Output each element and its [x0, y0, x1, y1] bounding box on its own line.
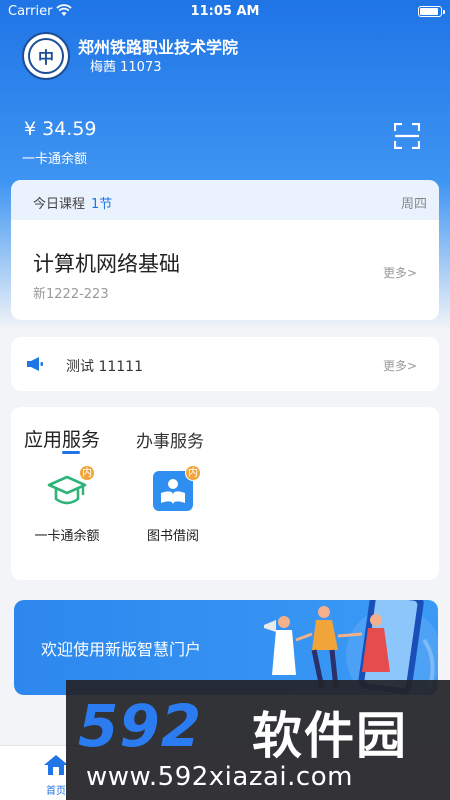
today-course-label: 今日课程 1节 [33, 193, 112, 212]
banner-text: 欢迎使用新版智慧门户 [41, 640, 202, 659]
battery-icon [418, 6, 445, 17]
school-logo: 中 [22, 32, 70, 80]
site-watermark: 592 软件园 www.592xiazai.com [66, 680, 450, 800]
service-label: 一卡通余额 [34, 529, 100, 544]
internal-badge: 内 [79, 465, 95, 481]
logo-glyph: 中 [28, 38, 64, 74]
scan-icon[interactable] [394, 123, 420, 149]
user-info: 梅茜 11073 [90, 60, 162, 75]
service-icon-container: 内 [45, 465, 95, 513]
battery-fill [420, 8, 439, 15]
services-card: 应用服务 办事服务 内 一卡通余额 内 图书借阅 [11, 407, 439, 580]
service-library[interactable]: 内 图书借阅 [123, 465, 223, 559]
status-bar: Carrier 11:05 AM [0, 0, 450, 24]
course-room: 新1222-223 [33, 287, 109, 302]
course-card-header: 今日课程 1节 周四 [11, 180, 439, 220]
notice-card[interactable]: 测试 11111 更多> [11, 337, 439, 391]
school-name: 郑州铁路职业技术学院 [78, 38, 239, 57]
notice-text: 测试 11111 [66, 359, 143, 375]
course-count: 1节 [91, 197, 113, 212]
notice-more-link[interactable]: 更多> [383, 357, 417, 374]
course-more-link[interactable]: 更多> [383, 264, 417, 281]
today-course-card[interactable]: 今日课程 1节 周四 计算机网络基础 新1222-223 更多> [11, 180, 439, 320]
clock: 11:05 AM [190, 4, 260, 19]
megaphone-icon [27, 357, 43, 371]
watermark-logo-digits: 592 [78, 692, 203, 760]
card-balance[interactable]: ¥ 34.59 [24, 118, 97, 140]
active-tab-indicator [62, 451, 80, 454]
watermark-url: www.592xiazai.com [86, 762, 353, 792]
tab-office-services[interactable]: 办事服务 [136, 427, 204, 452]
service-icon-container: 内 [151, 465, 201, 513]
internal-badge: 内 [185, 465, 201, 481]
watermark-logo-text: 软件园 [252, 707, 408, 765]
tab-app-services[interactable]: 应用服务 [24, 425, 100, 452]
course-name: 计算机网络基础 [33, 252, 180, 276]
service-label: 图书借阅 [146, 529, 199, 544]
today-course-title: 今日课程 [33, 197, 86, 212]
weekday-label: 周四 [400, 197, 427, 212]
service-card-balance[interactable]: 内 一卡通余额 [17, 465, 117, 559]
card-balance-label: 一卡通余额 [22, 152, 88, 167]
